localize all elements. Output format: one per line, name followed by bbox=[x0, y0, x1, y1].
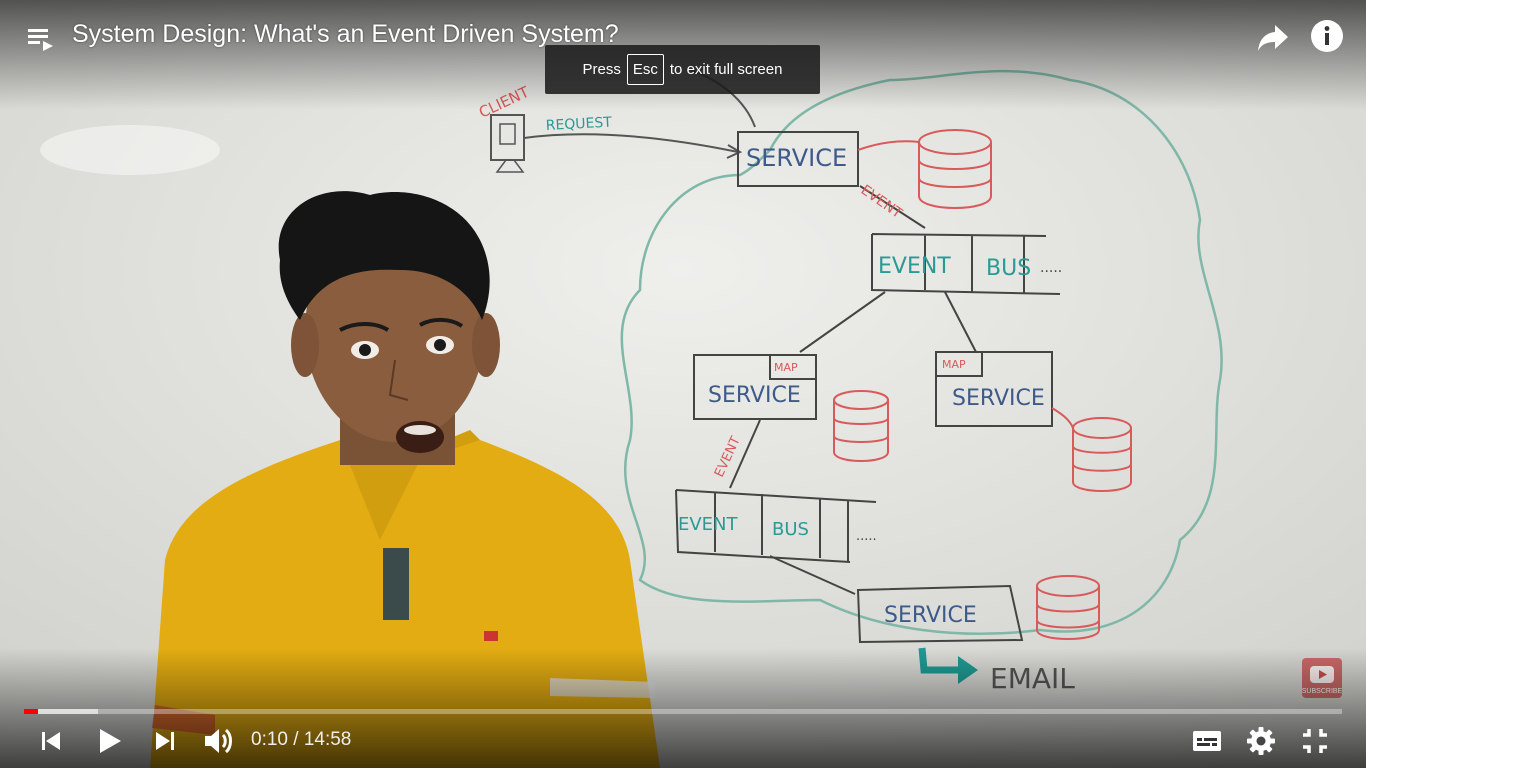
duration: 14:58 bbox=[303, 729, 352, 750]
exit-fullscreen-icon[interactable] bbox=[1298, 724, 1332, 758]
toast-suffix: to exit full screen bbox=[669, 61, 783, 78]
service-label-bottom: SERVICE bbox=[884, 603, 977, 628]
toast-prefix: Press bbox=[582, 61, 621, 78]
time-separator: / bbox=[293, 729, 304, 750]
playlist-icon[interactable] bbox=[26, 24, 56, 54]
event-bus-2-event: EVENT bbox=[678, 514, 739, 535]
time-display: 0:10 / 14:58 bbox=[251, 729, 351, 751]
subtitles-icon[interactable] bbox=[1190, 724, 1224, 758]
share-icon[interactable] bbox=[1254, 18, 1292, 56]
service-label-top: SERVICE bbox=[746, 144, 847, 172]
event-bus-2-bus: BUS bbox=[772, 519, 809, 540]
event-bus-1-bus: BUS bbox=[986, 256, 1031, 281]
map-label-left: MAP bbox=[774, 361, 798, 374]
progress-bar[interactable] bbox=[24, 709, 1342, 714]
play-icon[interactable] bbox=[92, 724, 126, 758]
settings-icon[interactable] bbox=[1244, 724, 1278, 758]
video-title[interactable]: System Design: What's an Event Driven Sy… bbox=[72, 20, 619, 49]
event-bus-1-event: EVENT bbox=[878, 254, 951, 279]
email-label: EMAIL bbox=[990, 662, 1075, 695]
exit-fullscreen-toast: Press Esc to exit full screen bbox=[545, 45, 820, 94]
service-label-right: SERVICE bbox=[952, 386, 1045, 411]
subscribe-watermark[interactable]: SUBSCRIBE bbox=[1302, 658, 1343, 698]
info-icon[interactable] bbox=[1308, 17, 1346, 55]
video-frame[interactable]: CLIENT REQUEST SERVICE EVENT EVENT BUS .… bbox=[0, 0, 1366, 768]
next-icon[interactable] bbox=[150, 726, 180, 756]
map-label-right: MAP bbox=[942, 358, 966, 371]
esc-key-badge: Esc bbox=[626, 54, 664, 85]
volume-icon[interactable] bbox=[200, 723, 236, 759]
progress-played bbox=[24, 709, 39, 714]
event-bus-2-dots: ..... bbox=[856, 529, 877, 544]
video-player[interactable]: CLIENT REQUEST SERVICE EVENT EVENT BUS .… bbox=[0, 0, 1366, 768]
current-time: 0:10 bbox=[251, 729, 288, 750]
service-label-left: SERVICE bbox=[708, 383, 801, 408]
previous-icon[interactable] bbox=[36, 726, 66, 756]
event-bus-1-dots: ..... bbox=[1040, 260, 1062, 276]
subscribe-watermark-label: SUBSCRIBE bbox=[1302, 688, 1343, 695]
